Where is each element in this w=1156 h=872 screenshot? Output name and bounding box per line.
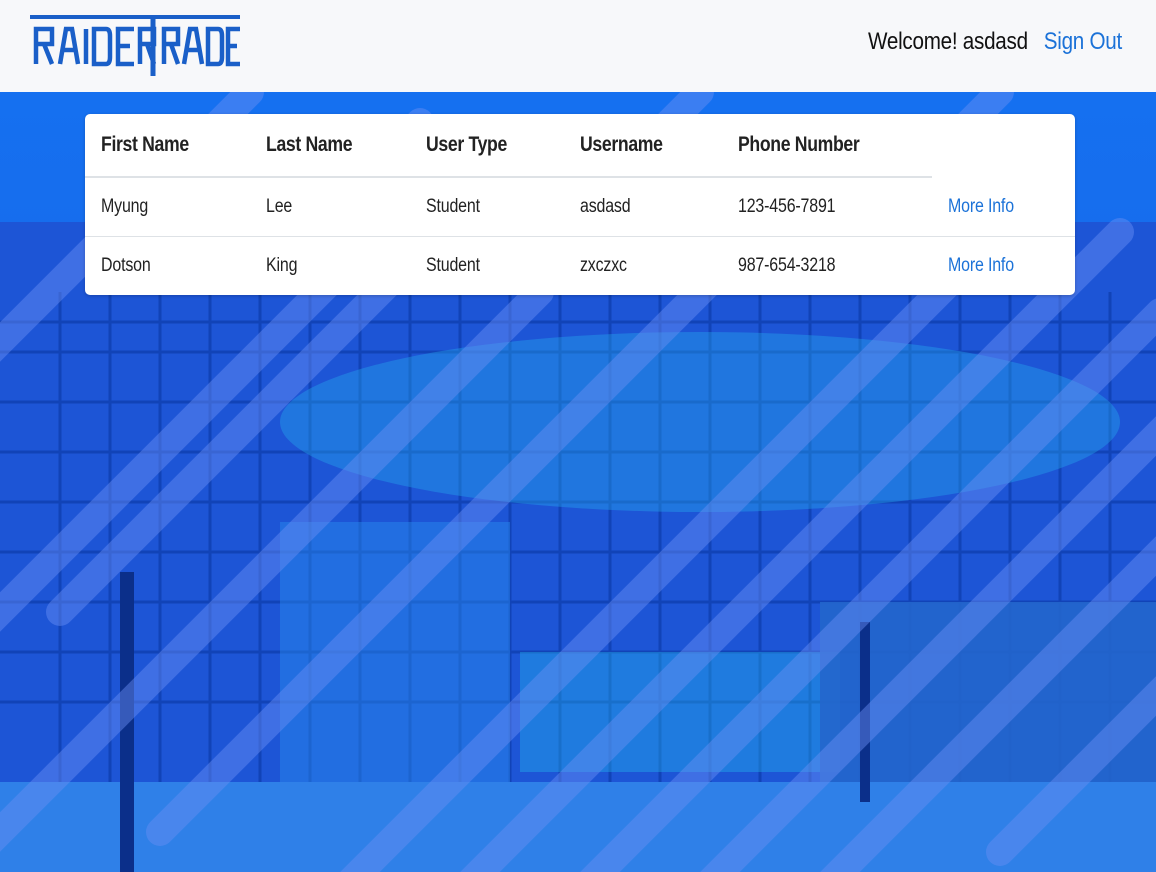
col-phone-number: Phone Number [722,114,932,178]
cell-user-type: Student [410,236,564,295]
users-table-card: First Name Last Name User Type Username … [85,114,1075,295]
logo-graphic [30,15,240,76]
cell-action: More Info [932,236,1075,295]
top-navbar: Welcome! asdasd Sign Out [0,0,1156,92]
more-info-link[interactable]: More Info [948,196,1014,218]
cell-username: zxczxc [564,236,722,295]
table-row: Myung Lee Student asdasd 123-456-7891 Mo… [85,177,1075,237]
col-user-type: User Type [410,114,564,178]
welcome-message: Welcome! asdasd [868,28,1028,55]
col-actions [932,114,1075,177]
cell-phone: 987-654-3218 [722,236,932,295]
col-first-name: First Name [85,114,250,178]
col-username: Username [564,114,722,178]
col-last-name: Last Name [250,114,410,178]
cell-last-name: King [250,236,410,295]
cell-user-type: Student [426,196,480,217]
cell-action: More Info [932,177,1075,237]
cell-last-name: Lee [266,196,293,217]
cell-username: asdasd [580,196,631,217]
sign-out-link[interactable]: Sign Out [1044,28,1123,56]
table-header-row: First Name Last Name User Type Username … [85,114,1075,178]
table-row: Dotson King Student zxczxc 987-654-3218 … [85,236,1075,295]
users-table: First Name Last Name User Type Username … [85,114,1075,295]
raidertrade-logo[interactable] [30,14,242,78]
more-info-link[interactable]: More Info [948,255,1014,277]
cell-first-name: Dotson [85,236,250,295]
cell-phone: 123-456-7891 [738,196,836,217]
cell-first-name: Myung [101,196,149,217]
